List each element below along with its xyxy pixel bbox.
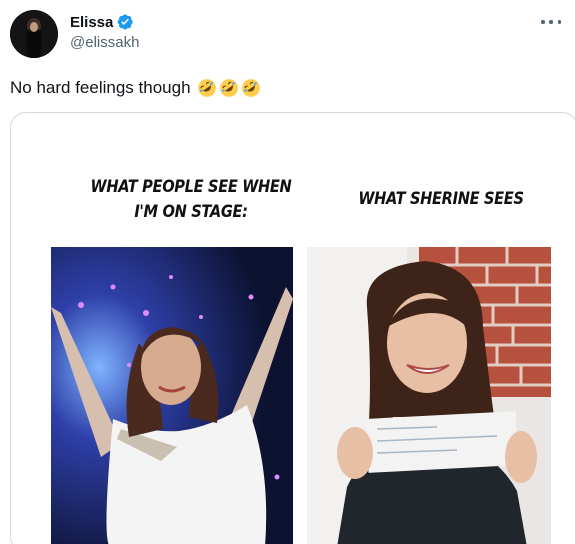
meme-caption-right: WHAT SHERINE SEES bbox=[358, 189, 524, 209]
author-avatar[interactable] bbox=[10, 10, 58, 58]
author-info: Elissa @elissakh bbox=[70, 12, 139, 52]
meme-caption-left-line1: WHAT PEOPLE SEE WHEN bbox=[90, 177, 292, 197]
tweet-text-content: No hard feelings though bbox=[10, 78, 191, 97]
author-handle[interactable]: @elissakh bbox=[70, 34, 139, 51]
more-options-icon[interactable] bbox=[541, 14, 561, 30]
meme-caption-left: WHAT PEOPLE SEE WHEN I'M ON STAGE: bbox=[79, 175, 303, 225]
rolling-on-floor-laughing-emoji bbox=[219, 79, 238, 97]
tweet-media[interactable]: WHAT PEOPLE SEE WHEN I'M ON STAGE: WHAT … bbox=[10, 112, 575, 544]
author-display-name[interactable]: Elissa bbox=[70, 14, 113, 31]
tweet[interactable]: Elissa @elissakh No hard feelings though bbox=[0, 0, 575, 544]
singer-on-stage-photo bbox=[51, 247, 293, 544]
rolling-on-floor-laughing-emoji bbox=[197, 79, 216, 97]
rolling-on-floor-laughing-emoji bbox=[241, 79, 260, 97]
tweet-text: No hard feelings though bbox=[10, 78, 263, 98]
emoji-group bbox=[197, 78, 263, 98]
meme-caption-left-line2: I'M ON STAGE: bbox=[134, 202, 248, 222]
avatar-image bbox=[10, 10, 58, 58]
verified-badge-icon[interactable] bbox=[116, 13, 134, 31]
woman-holding-check-photo bbox=[307, 247, 551, 544]
